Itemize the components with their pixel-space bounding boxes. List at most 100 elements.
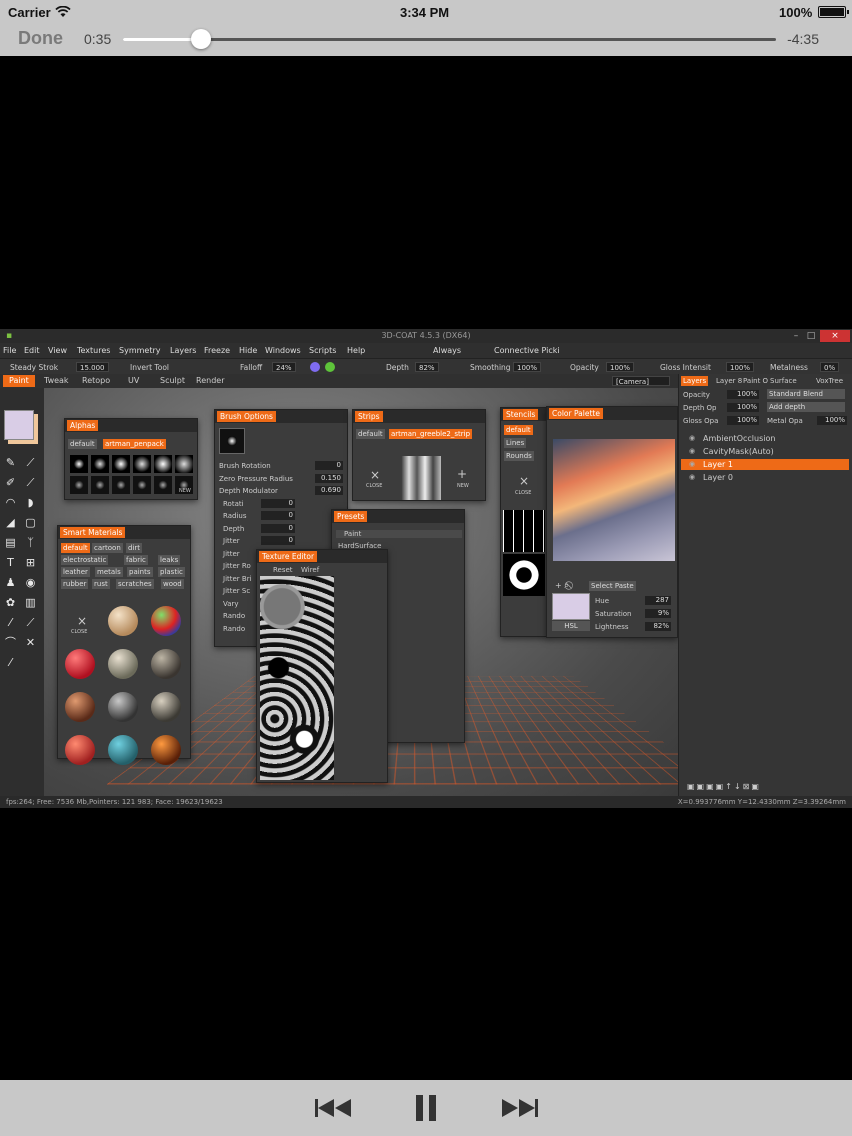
material-tag[interactable]: default — [61, 543, 90, 553]
alpha-thumbnail[interactable] — [175, 455, 193, 473]
room-tab-sculpt[interactable]: Sculpt — [160, 376, 185, 385]
material-preview[interactable] — [65, 649, 95, 679]
material-tag[interactable]: leaks — [158, 555, 181, 565]
room-tab-render[interactable]: Render — [196, 376, 224, 385]
tool-icon[interactable]: ♟ — [4, 576, 17, 589]
material-preview[interactable] — [65, 692, 95, 722]
layer-row[interactable]: Layer 0 — [681, 472, 849, 483]
scrub-thumb[interactable] — [191, 29, 212, 49]
material-tag[interactable]: cartoon — [92, 543, 123, 553]
alpha-thumbnail[interactable] — [133, 455, 151, 473]
material-tag[interactable]: dirt — [126, 543, 143, 553]
material-tag[interactable]: fabric — [124, 555, 148, 565]
alpha-thumbnail[interactable] — [91, 455, 109, 473]
scrub-bar[interactable] — [123, 38, 776, 41]
material-preview[interactable] — [108, 649, 138, 679]
tool-icon[interactable]: ◗ — [24, 496, 37, 509]
tool-icon[interactable]: ✿ — [4, 596, 17, 609]
layers-tab[interactable]: Paint O — [743, 377, 768, 385]
material-tag[interactable]: scratches — [116, 579, 154, 589]
brush-option-value[interactable]: 0 — [315, 461, 343, 470]
tool-icon[interactable]: ▥ — [24, 596, 37, 609]
tool-icon[interactable]: ⟋ — [24, 456, 37, 469]
material-preview[interactable] — [108, 606, 138, 636]
tool-icon[interactable]: ▤ — [4, 536, 17, 549]
menu-item-hide[interactable]: Hide — [239, 346, 257, 355]
tool-icon[interactable]: T — [4, 556, 17, 569]
brush-option-value[interactable]: 0.690 — [315, 486, 343, 495]
alpha-thumbnail[interactable] — [70, 476, 88, 494]
tool-icon[interactable]: ⊞ — [24, 556, 37, 569]
skip-back-icon[interactable] — [314, 1094, 352, 1122]
menu-item-view[interactable]: View — [48, 346, 67, 355]
material-preview[interactable] — [151, 735, 181, 765]
brush-option-value[interactable]: 0 — [261, 498, 295, 508]
tool-icon[interactable]: ⁄ — [4, 616, 17, 629]
menu-item-windows[interactable]: Windows — [265, 346, 301, 355]
alpha-thumbnail[interactable] — [154, 476, 172, 494]
material-tag[interactable]: plastic — [158, 567, 185, 577]
visibility-eye-icon[interactable]: ◉ — [689, 447, 695, 455]
tool-icon[interactable]: ◢ — [4, 516, 17, 529]
tool-icon[interactable]: ⟋ — [24, 476, 37, 489]
layer-row[interactable]: AmbientOcclusion — [681, 433, 849, 444]
tool-icon[interactable]: ▢ — [24, 516, 37, 529]
tool-icon[interactable]: ✎ — [4, 456, 17, 469]
menu-item-edit[interactable]: Edit — [24, 346, 40, 355]
material-tag[interactable]: metals — [95, 567, 123, 577]
room-tab-tweak[interactable]: Tweak — [44, 376, 69, 385]
layers-tab[interactable]: Layer 8 — [716, 377, 742, 385]
material-tag[interactable]: electrostatic — [61, 555, 109, 565]
pause-icon[interactable] — [413, 1094, 439, 1122]
room-tab-uv[interactable]: UV — [128, 376, 139, 385]
material-tag[interactable]: rubber — [61, 579, 89, 589]
brush-option-value[interactable]: 0.150 — [315, 473, 343, 483]
menu-item-file[interactable]: File — [3, 346, 16, 355]
brush-option-value[interactable]: 0 — [261, 536, 295, 545]
material-tag[interactable]: leather — [61, 567, 90, 577]
visibility-eye-icon[interactable]: ◉ — [689, 460, 695, 468]
menu-item-help[interactable]: Help — [347, 346, 365, 355]
menu-always-select[interactable]: Always — [433, 346, 461, 355]
brush-option-value[interactable]: 0 — [261, 511, 295, 520]
layers-tab[interactable]: Surface — [770, 377, 797, 385]
material-preview[interactable] — [108, 692, 138, 722]
tool-icon[interactable]: ◉ — [24, 576, 37, 589]
alpha-thumbnail[interactable] — [133, 476, 151, 494]
material-preview[interactable] — [151, 692, 181, 722]
menu-item-freeze[interactable]: Freeze — [204, 346, 230, 355]
layers-tab[interactable]: VoxTree — [816, 377, 843, 385]
material-tag[interactable]: paints — [127, 567, 153, 577]
tool-icon[interactable]: ⁄ — [4, 656, 17, 669]
material-tag[interactable]: wood — [161, 579, 184, 589]
material-preview[interactable] — [151, 649, 181, 679]
tool-icon[interactable]: ✐ — [4, 476, 17, 489]
video-frame[interactable]: 3D-COAT 4.5.3 (DX64) ▪ – □ × File Edit Vie… — [0, 329, 852, 808]
alpha-thumbnail[interactable] — [91, 476, 109, 494]
material-preview[interactable] — [108, 735, 138, 765]
skip-forward-icon[interactable] — [501, 1094, 539, 1122]
tool-icon[interactable]: ✕ — [24, 636, 37, 649]
material-preview[interactable] — [65, 735, 95, 765]
tool-icon[interactable]: ◠ — [4, 496, 17, 509]
menu-item-scripts[interactable]: Scripts — [309, 346, 336, 355]
alpha-thumbnail[interactable] — [154, 455, 172, 473]
menu-connective-select[interactable]: Connective Picki — [494, 346, 560, 355]
tool-icon[interactable]: ⟋ — [24, 616, 37, 629]
alpha-thumbnail[interactable] — [112, 455, 130, 473]
material-tag[interactable]: rust — [92, 579, 110, 589]
menu-item-textures[interactable]: Textures — [77, 346, 110, 355]
layer-row[interactable]: Layer 1 — [681, 459, 849, 470]
menu-item-symmetry[interactable]: Symmetry — [119, 346, 160, 355]
tool-icon[interactable]: ᛉ — [24, 536, 37, 549]
material-preview[interactable] — [151, 606, 181, 636]
layers-tab[interactable]: Layers — [681, 376, 709, 386]
visibility-eye-icon[interactable]: ◉ — [689, 434, 695, 442]
tool-icon[interactable]: ⌒ — [4, 636, 17, 649]
brush-option-value[interactable]: 0 — [261, 523, 295, 533]
alpha-thumbnail[interactable] — [70, 455, 88, 473]
layer-row[interactable]: CavityMask(Auto) — [681, 446, 849, 457]
menu-item-layers[interactable]: Layers — [170, 346, 196, 355]
visibility-eye-icon[interactable]: ◉ — [689, 473, 695, 481]
alpha-thumbnail[interactable] — [112, 476, 130, 494]
